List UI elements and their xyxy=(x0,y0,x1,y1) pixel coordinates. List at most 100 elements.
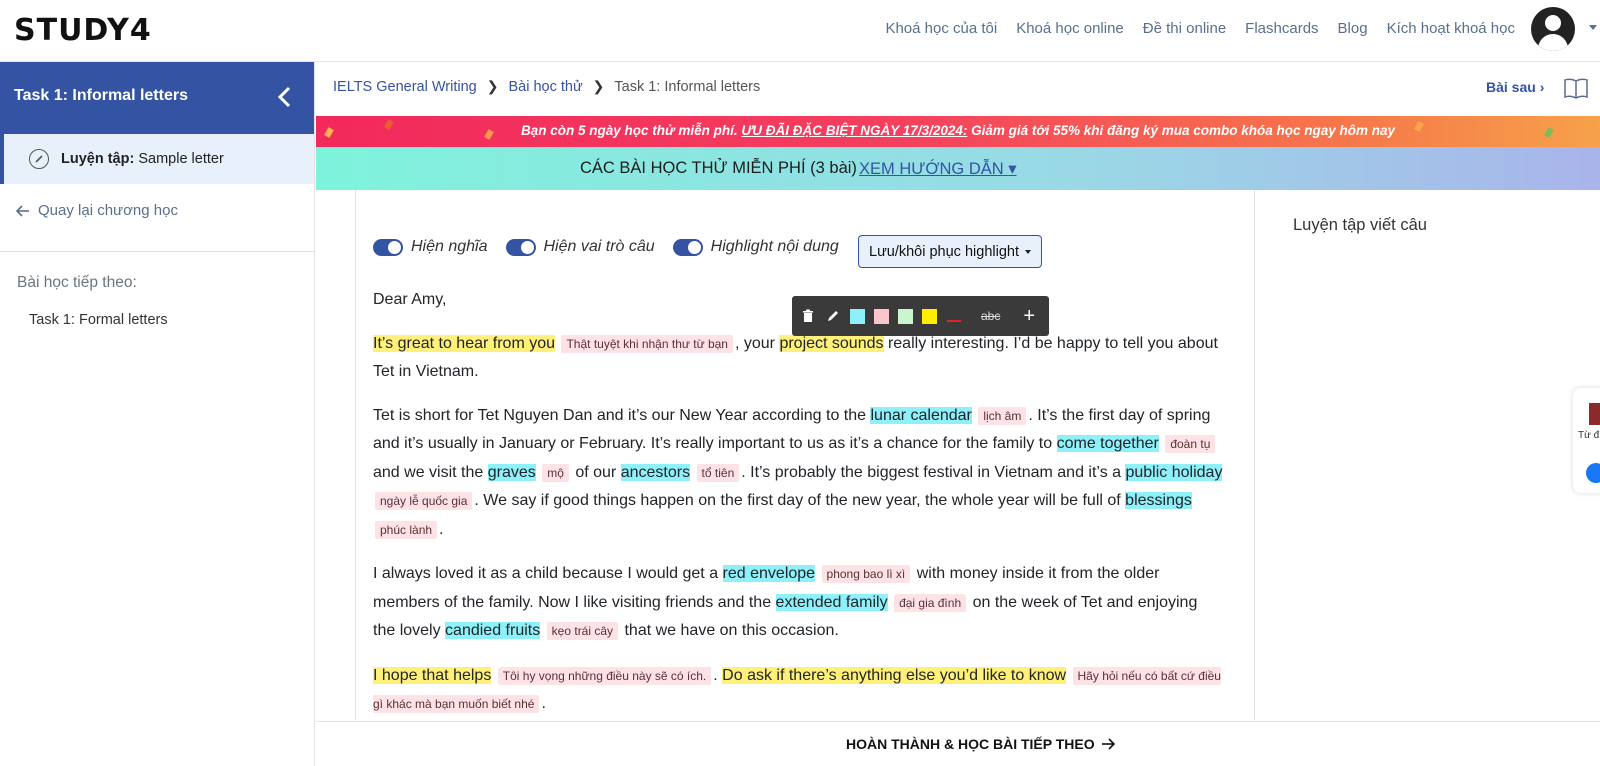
sidebar: Task 1: Informal letters Luyện tập: Samp… xyxy=(0,62,315,766)
free-lessons-text: CÁC BÀI HỌC THỬ MIỄN PHÍ (3 bài) xyxy=(580,159,857,177)
paragraph-4: I hope that helps Tôi hy vọng những điều… xyxy=(373,662,1223,719)
vocab-highlight[interactable]: blessings xyxy=(1125,492,1192,509)
sidebar-item-current[interactable]: Luyện tập: Sample letter xyxy=(0,134,314,184)
finish-next-lesson-button[interactable]: HOÀN THÀNH & HỌC BÀI TIẾP THEO xyxy=(846,736,1115,752)
underline-icon[interactable] xyxy=(946,308,962,324)
toggle-switch[interactable] xyxy=(672,238,703,256)
color-swatch-green[interactable] xyxy=(898,308,913,324)
messenger-icon[interactable] xyxy=(1586,463,1600,483)
book-icon[interactable] xyxy=(1563,77,1589,99)
highlight-phrase[interactable]: Do ask if there’s anything else you’d li… xyxy=(722,666,1067,684)
toggle-switch[interactable] xyxy=(505,238,536,256)
vocab-highlight[interactable]: public holiday xyxy=(1125,463,1223,481)
bottom-bar: HOÀN THÀNH & HỌC BÀI TIẾP THEO xyxy=(316,721,1600,766)
next-lesson-item[interactable]: Task 1: Formal letters xyxy=(0,292,314,348)
breadcrumb-item-trial[interactable]: Bài học thử xyxy=(508,79,582,95)
toggle-switch[interactable] xyxy=(373,238,403,256)
chevron-right-icon: ❯ xyxy=(486,78,499,94)
paragraph-2: Tet is short for Tet Nguyen Dan and it’s… xyxy=(373,402,1223,545)
back-to-chapter-link[interactable]: Quay lại chương học xyxy=(0,184,314,237)
arrow-right-icon xyxy=(1101,738,1115,750)
nav-online-courses[interactable]: Khoá học online xyxy=(1016,20,1124,37)
vocab-highlight[interactable]: extended family xyxy=(775,593,888,611)
toggle-show-meaning[interactable]: Hiện nghĩa xyxy=(373,238,488,256)
floating-widget[interactable]: Từ đ xyxy=(1573,388,1600,493)
guide-link[interactable]: XEM HƯỚNG DẪN ▾ xyxy=(859,159,1017,179)
text-segment: and we visit the xyxy=(373,463,484,481)
next-lesson-button[interactable]: Bài sau › xyxy=(1486,79,1544,95)
color-swatch-cyan[interactable] xyxy=(850,308,865,324)
promo-text-highlight: ƯU ĐÃI ĐẶC BIỆT NGÀY 17/3/2024: xyxy=(741,123,968,138)
chevron-down-icon[interactable] xyxy=(1589,25,1597,30)
translation-tag: Thật tuyệt khi nhận thư từ bạn xyxy=(561,334,733,353)
toggle-highlight-content[interactable]: Highlight nội dung xyxy=(672,238,839,256)
promo-text: Bạn còn 5 ngày học thử miễn phí. ƯU ĐÃI … xyxy=(316,123,1600,138)
dropdown-label: Lưu/khôi phục highlight xyxy=(869,243,1019,260)
color-swatch-pink[interactable] xyxy=(874,308,889,324)
toggle-label: Hiện vai trò câu xyxy=(543,238,655,255)
vocab-highlight[interactable]: lunar calendar xyxy=(870,406,972,424)
vocab-highlight[interactable]: red envelope xyxy=(722,565,816,582)
vocab-highlight[interactable]: come together xyxy=(1056,435,1159,452)
save-restore-highlight-dropdown[interactable]: Lưu/khôi phục highlight xyxy=(858,235,1042,268)
vocab-highlight[interactable]: ancestors xyxy=(620,463,691,481)
text-segment: of our xyxy=(575,463,617,481)
pencil-icon xyxy=(29,149,49,169)
arrow-left-icon xyxy=(16,204,29,217)
essay-text: Dear Amy, It’s great to hear from you Th… xyxy=(373,286,1223,735)
promo-text-before: Bạn còn 5 ngày học thử miễn phí. xyxy=(520,123,738,138)
guide-link-label: XEM HƯỚNG DẪN xyxy=(859,160,1004,178)
chevron-left-icon[interactable] xyxy=(274,84,296,110)
text-segment: . It’s probably the biggest festival in … xyxy=(741,463,1122,481)
vocab-highlight[interactable]: candied fruits xyxy=(445,622,541,639)
caret-down-icon xyxy=(1024,249,1031,254)
chevron-right-icon: ❯ xyxy=(592,78,605,94)
nav-flashcards[interactable]: Flashcards xyxy=(1245,20,1318,37)
pencil-icon[interactable] xyxy=(825,308,841,324)
sidebar-header: Task 1: Informal letters xyxy=(0,62,314,134)
add-button[interactable]: + xyxy=(1023,306,1035,326)
text-segment: . We say if good things happen on the fi… xyxy=(474,492,1121,509)
toggle-group: Hiện nghĩa Hiện vai trò câu Highlight nộ… xyxy=(373,238,857,256)
translation-tag: phong bao lì xì xyxy=(821,565,911,583)
sidebar-current-label: Sample letter xyxy=(138,151,224,167)
vocab-highlight[interactable]: graves xyxy=(487,463,536,481)
back-label: Quay lại chương học xyxy=(38,202,178,219)
text-segment: , your xyxy=(734,334,775,352)
top-navbar: STUDY4 Khoá học của tôi Khoá học online … xyxy=(0,0,1600,62)
logo[interactable]: STUDY4 xyxy=(14,13,152,48)
text-segment: . xyxy=(439,520,444,538)
nav-my-courses[interactable]: Khoá học của tôi xyxy=(885,20,997,37)
translation-tag: lịch âm xyxy=(978,406,1027,425)
next-lesson-heading: Bài học tiếp theo: xyxy=(17,274,137,291)
promo-text-after: Giảm giá tới 55% khi đăng ký mua combo k… xyxy=(971,123,1396,138)
toggle-show-sentence-role[interactable]: Hiện vai trò câu xyxy=(505,238,655,256)
translation-tag: kẹo trái cây xyxy=(546,622,619,640)
translation-tag: Tôi hy vọng những điều này sẽ có ích. xyxy=(497,666,712,685)
toggle-label: Hiện nghĩa xyxy=(411,238,488,255)
nav-blog[interactable]: Blog xyxy=(1338,20,1368,37)
breadcrumb-item-course[interactable]: IELTS General Writing xyxy=(333,79,477,95)
translation-tag: mộ xyxy=(542,463,569,482)
caret-down-icon: ▾ xyxy=(1008,160,1017,178)
text-segment: that we have on this occasion. xyxy=(624,622,839,639)
text-segment: . xyxy=(713,666,718,684)
color-swatch-yellow[interactable] xyxy=(922,308,937,324)
highlight-toolbar: abc + xyxy=(792,296,1049,336)
highlight-phrase[interactable]: It’s great to hear from you xyxy=(373,334,556,352)
nav-online-tests[interactable]: Đề thi online xyxy=(1143,20,1226,37)
translation-tag: phúc lành xyxy=(375,520,438,539)
text-segment: Tet is short for Tet Nguyen Dan and it’s… xyxy=(373,406,867,424)
dictionary-icon xyxy=(1589,403,1600,425)
highlight-phrase[interactable]: I hope that helps xyxy=(373,666,492,684)
paragraph-1: It’s great to hear from you Thật tuyệt k… xyxy=(373,330,1223,386)
promo-banner[interactable]: Bạn còn 5 ngày học thử miễn phí. ƯU ĐÃI … xyxy=(316,116,1600,147)
trash-icon[interactable] xyxy=(800,308,816,324)
sidebar-current-prefix: Luyện tập: xyxy=(61,151,135,167)
sidebar-title: Task 1: Informal letters xyxy=(14,87,188,104)
finish-label: HOÀN THÀNH & HỌC BÀI TIẾP THEO xyxy=(846,736,1095,752)
avatar[interactable] xyxy=(1531,7,1575,51)
highlight-phrase[interactable]: project sounds xyxy=(779,334,884,352)
strikethrough-button[interactable]: abc xyxy=(981,309,1000,323)
nav-activate-course[interactable]: Kích hoạt khoá học xyxy=(1387,20,1515,37)
